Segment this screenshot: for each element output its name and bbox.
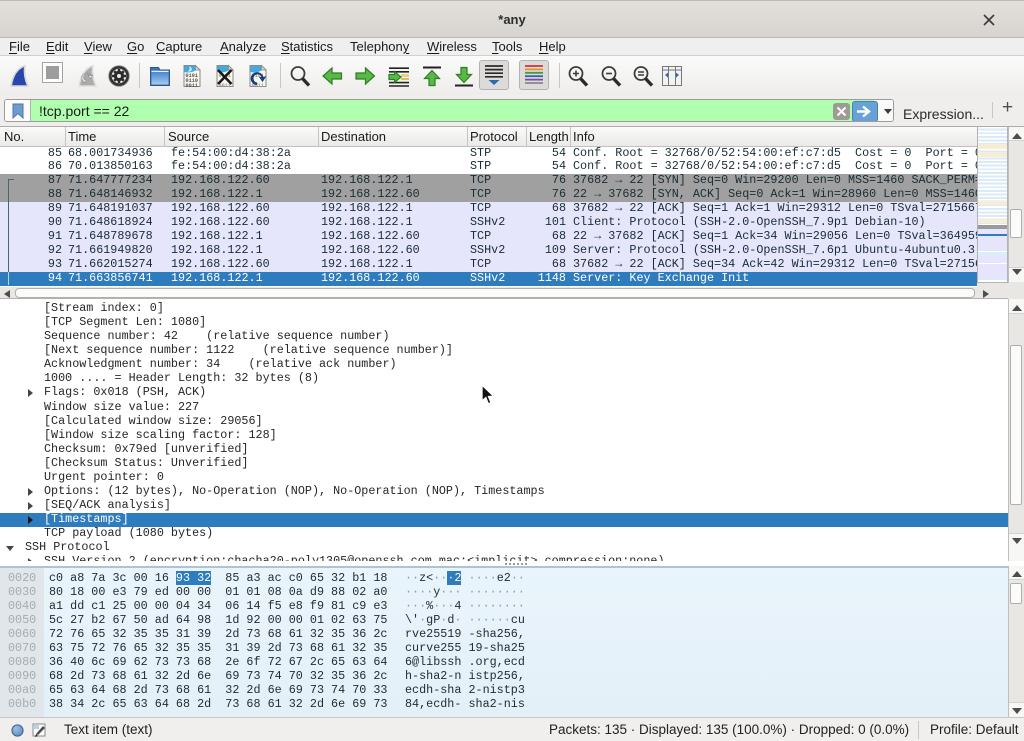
svg-text:0011: 0011 — [186, 83, 198, 88]
svg-text:0011: 0011 — [219, 83, 231, 88]
